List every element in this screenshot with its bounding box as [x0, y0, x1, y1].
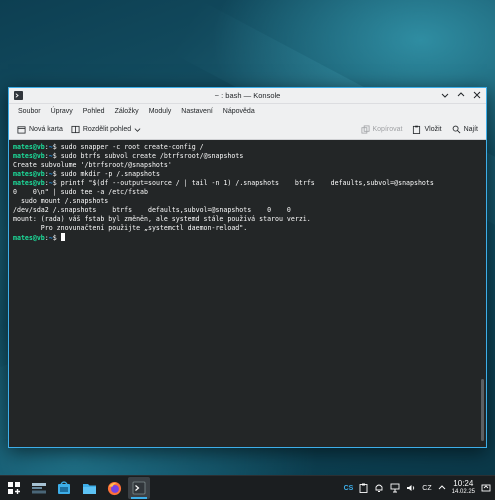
menu-bar: Soubor Úpravy Pohled Záložky Moduly Nast…	[9, 104, 486, 119]
volume-icon[interactable]	[406, 483, 416, 493]
menu-help[interactable]: Nápověda	[218, 108, 260, 115]
paste-icon	[413, 125, 421, 134]
konsole-task[interactable]	[128, 477, 150, 499]
copy-icon	[360, 124, 370, 134]
title-bar[interactable]: ~ : bash — Konsole	[9, 88, 486, 104]
terminal-line: mates@vb:~$	[13, 233, 482, 242]
copy-label: Kopírovat	[372, 125, 403, 133]
split-view-icon	[71, 125, 80, 133]
new-tab-button[interactable]: Nová karta	[13, 123, 67, 136]
language-indicator[interactable]: CZ	[422, 485, 431, 492]
taskbar: CS CZ 10:24 14.02.25	[0, 475, 495, 500]
network-icon[interactable]	[390, 483, 400, 493]
menu-file[interactable]: Soubor	[13, 108, 46, 115]
terminal-scrollbar[interactable]	[481, 146, 484, 441]
discover-launcher[interactable]	[53, 477, 75, 499]
terminal-line: Pro znovunačtení použijte „systemctl dae…	[13, 224, 248, 232]
tray-expand-icon[interactable]	[438, 484, 446, 492]
menu-bookmarks[interactable]: Záložky	[110, 108, 144, 115]
scrollbar-thumb[interactable]	[481, 379, 484, 441]
window-title: ~ : bash — Konsole	[214, 91, 281, 100]
menu-settings[interactable]: Nastavení	[176, 108, 218, 115]
minimize-icon[interactable]	[440, 90, 450, 100]
maximize-icon[interactable]	[456, 90, 466, 100]
show-desktop-icon[interactable]	[481, 483, 491, 493]
chevron-down-icon[interactable]	[134, 126, 141, 133]
terminal-line: mount: (rada) váš fstab byl změněn, ale …	[13, 215, 311, 223]
search-icon	[452, 125, 461, 133]
system-tray: CS CZ 10:24 14.02.25	[344, 476, 495, 500]
dolphin-files-icon	[82, 483, 96, 494]
terminal-line: mates@vb:~$ sudo btrfs subvol create /bt…	[13, 152, 244, 160]
digital-clock[interactable]: 10:24 14.02.25	[452, 480, 475, 496]
clock-time: 10:24	[453, 479, 474, 488]
menu-edit[interactable]: Úpravy	[46, 108, 78, 115]
terminal-line: /dev/sda2 /.snapshots btrfs defaults,sub…	[13, 206, 291, 214]
terminal-line: sudo mount /.snapshots	[13, 197, 109, 205]
terminal-line: mates@vb:~$ sudo mkdir -p /.snapshots	[13, 170, 160, 178]
paste-button[interactable]: Vložit	[408, 123, 445, 136]
terminal-area[interactable]: mates@vb:~$ sudo snapper -c root create-…	[9, 140, 486, 447]
konsole-app-icon	[14, 91, 23, 100]
discover-store-icon	[58, 481, 70, 494]
find-button[interactable]: Najít	[448, 123, 482, 136]
terminal-line: 0 0\n" | sudo tee -a /etc/fstab	[13, 188, 148, 196]
split-view-button[interactable]: Rozdělit pohled	[67, 123, 145, 136]
task-manager-widget[interactable]	[28, 477, 50, 499]
terminal-line: mates@vb:~$ sudo snapper -c root create-…	[13, 143, 204, 151]
paste-label: Vložit	[424, 125, 442, 133]
konsole-window: ~ : bash — Konsole Soubor Úpravy Pohled …	[8, 87, 487, 448]
application-launcher[interactable]	[3, 477, 25, 499]
menu-view[interactable]: Pohled	[78, 108, 110, 115]
menu-plugins[interactable]: Moduly	[144, 108, 177, 115]
task-manager-icon	[32, 483, 46, 494]
application-launcher-icon	[8, 482, 20, 494]
copy-button[interactable]: Kopírovat	[357, 123, 407, 136]
terminal-line: Create subvolume '/btrfsroot/@snapshots'	[13, 161, 172, 169]
keyboard-layout-indicator[interactable]: CS	[344, 485, 354, 492]
split-view-label: Rozdělit pohled	[82, 125, 132, 133]
find-label: Najít	[463, 125, 478, 133]
new-tab-icon	[17, 125, 26, 134]
clipboard-icon[interactable]	[359, 483, 368, 493]
close-icon[interactable]	[472, 90, 482, 100]
firefox-icon	[107, 481, 121, 495]
notifications-icon[interactable]	[374, 483, 384, 493]
firefox-launcher[interactable]	[103, 477, 125, 499]
terminal-line: mates@vb:~$ printf "$(df --output=source…	[13, 179, 434, 187]
konsole-icon	[132, 481, 146, 495]
clock-date: 14.02.25	[451, 489, 475, 495]
toolbar: Nová karta Rozdělit pohled Kopírovat Vlo…	[9, 119, 486, 140]
text-cursor	[60, 233, 65, 241]
new-tab-label: Nová karta	[29, 125, 63, 133]
dolphin-launcher[interactable]	[78, 477, 100, 499]
